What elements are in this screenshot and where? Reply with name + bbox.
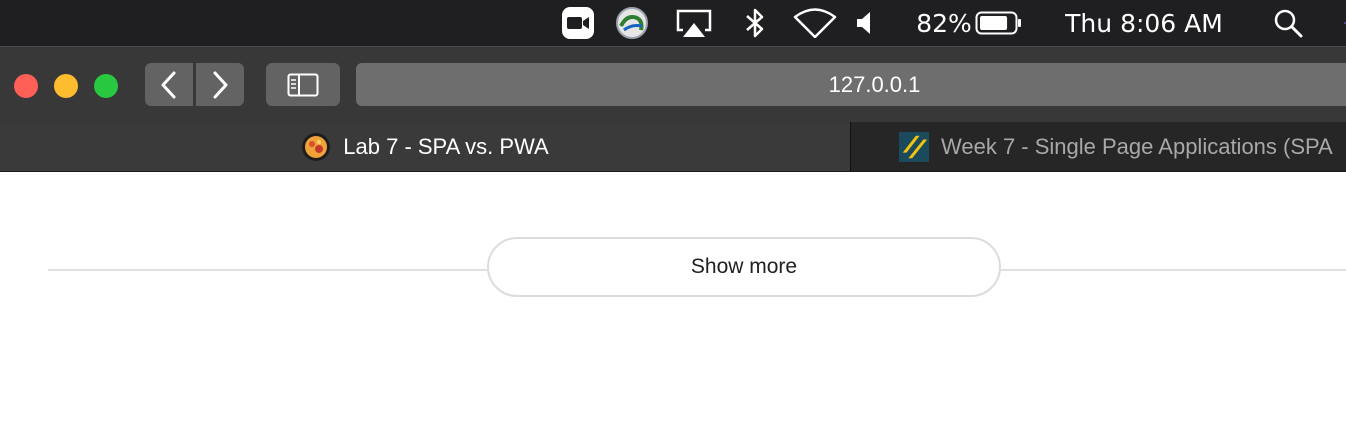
close-window-button[interactable] (14, 74, 38, 98)
clock-text: Thu 8:06 AM (1065, 8, 1223, 38)
back-icon (161, 71, 176, 98)
forward-icon (213, 71, 228, 98)
lab-favicon-icon (302, 132, 331, 161)
sidebar-toggle-button[interactable] (266, 63, 340, 106)
tab-lab-7[interactable]: Lab 7 - SPA vs. PWA (0, 122, 850, 171)
battery-percent-text: 82% (916, 8, 972, 38)
show-more-button[interactable]: Show more (487, 237, 1001, 297)
wifi-icon[interactable] (792, 0, 838, 46)
back-button[interactable] (145, 63, 193, 106)
divider-right (1000, 269, 1346, 271)
clock[interactable]: Thu 8:06 AM (1058, 0, 1230, 46)
address-bar[interactable]: 127.0.0.1 (356, 63, 1346, 106)
course-favicon-icon (899, 131, 929, 162)
tab-label: Week 7 - Single Page Applications (SPA (941, 133, 1333, 159)
bluetooth-icon[interactable] (740, 0, 770, 46)
tab-week-7[interactable]: Week 7 - Single Page Applications (SPA (850, 122, 1346, 171)
globe-app-icon[interactable] (614, 0, 650, 46)
zoom-window-button[interactable] (94, 74, 118, 98)
tab-bar: Lab 7 - SPA vs. PWA Week 7 - Single Page… (0, 122, 1346, 172)
page-content: Show more (0, 172, 1346, 438)
siri-icon[interactable] (1330, 0, 1346, 46)
browser-toolbar: 127.0.0.1 (0, 46, 1346, 122)
tab-label: Lab 7 - SPA vs. PWA (343, 133, 549, 159)
divider-left (48, 269, 488, 271)
forward-button[interactable] (196, 63, 244, 106)
minimize-window-button[interactable] (54, 74, 78, 98)
sidebar-icon (287, 73, 319, 96)
volume-icon[interactable] (852, 0, 878, 46)
zoom-video-icon[interactable] (560, 0, 596, 46)
battery-percent: 82% (916, 0, 972, 46)
url-text: 127.0.0.1 (828, 71, 921, 97)
battery-icon[interactable] (974, 0, 1024, 46)
airplay-icon[interactable] (674, 0, 714, 46)
spotlight-search-icon[interactable] (1270, 0, 1306, 46)
menu-bar: 82% Thu 8:06 AM (0, 0, 1346, 46)
